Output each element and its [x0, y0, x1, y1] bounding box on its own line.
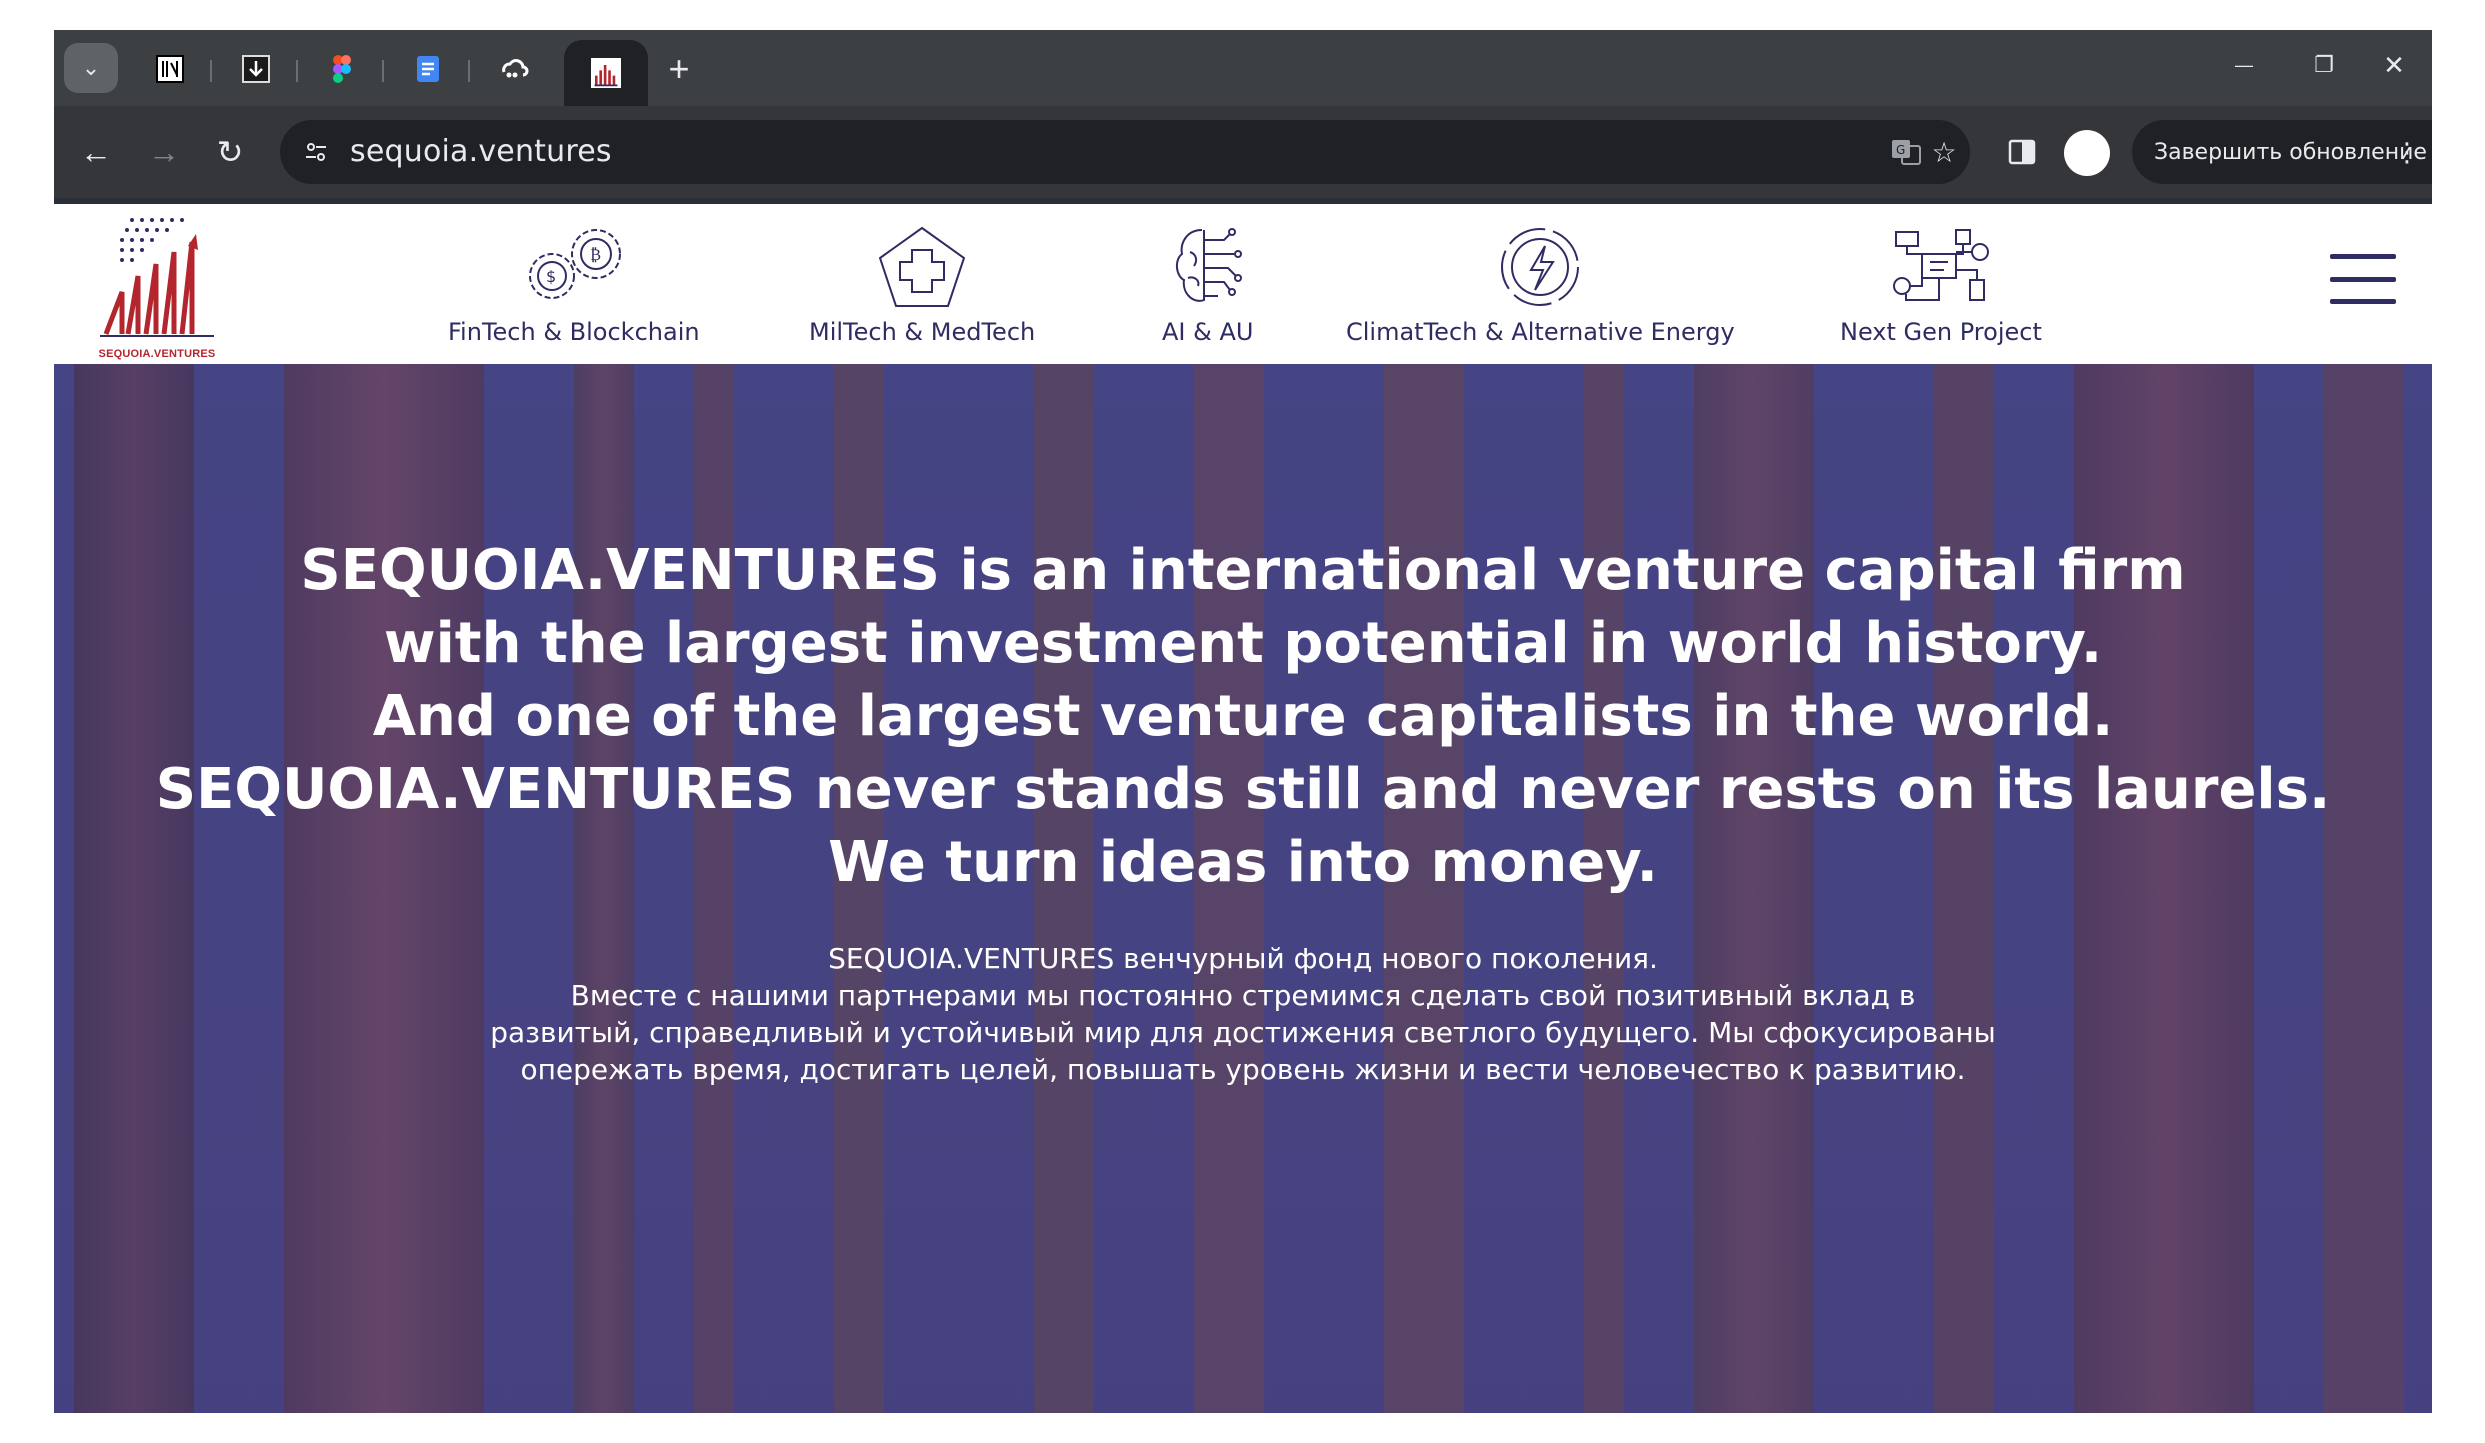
svg-text:$: $: [546, 267, 556, 286]
sequoia-ventures-favicon: [591, 58, 621, 88]
download-manager-icon: [241, 54, 271, 84]
web-page: SEQUOIA.VENTURES $ ₿ FinTech & Blockchai…: [54, 198, 2432, 1413]
site-logo[interactable]: SEQUOIA.VENTURES: [92, 212, 222, 360]
headline-line: And one of the largest venture capitalis…: [372, 684, 2114, 749]
update-button[interactable]: Завершить обновление ⋮: [2132, 120, 2432, 184]
description-line: опережать время, достигать целей, повыша…: [520, 1053, 1966, 1086]
tab-google-docs[interactable]: [392, 44, 464, 94]
hamburger-menu-button[interactable]: [2330, 254, 2396, 304]
minimize-icon: —: [2235, 54, 2253, 75]
back-button[interactable]: ←: [70, 126, 122, 178]
close-window-button[interactable]: ✕: [2354, 40, 2432, 90]
address-bar[interactable]: sequoia.ventures G ☆: [280, 120, 1970, 184]
nav-label: Next Gen Project: [1840, 318, 2042, 346]
ai-brain-icon: [1175, 228, 1242, 302]
tab-figma[interactable]: [306, 44, 378, 94]
browser-window: ⌄ + — ❐ ✕ ← → ↻ sequoia.ventures G ☆ Зав…: [54, 30, 2432, 1413]
svg-text:₿: ₿: [590, 245, 601, 264]
medical-cross-icon: [878, 226, 966, 307]
new-tab-button[interactable]: +: [654, 44, 704, 94]
chevron-down-icon: ⌄: [81, 55, 101, 80]
tab-notion[interactable]: [134, 44, 206, 94]
update-button-label: Завершить обновление: [2154, 139, 2427, 165]
energy-bolt-icon: [1501, 228, 1580, 306]
headline-line: We turn ideas into money.: [828, 830, 1658, 895]
cloud-app-icon: [499, 54, 529, 84]
bookmark-star-icon[interactable]: ☆: [1924, 134, 1964, 170]
hero-headline: SEQUOIA.VENTURES is an international ven…: [54, 534, 2432, 899]
restore-button[interactable]: ❐: [2284, 40, 2364, 90]
nav-label: ClimatTech & Alternative Energy: [1346, 318, 1735, 346]
nav-climattech-energy[interactable]: ClimatTech & Alternative Energy: [1346, 224, 1735, 346]
nav-next-gen-project[interactable]: Next Gen Project: [1840, 224, 2042, 346]
site-settings-icon[interactable]: [298, 134, 334, 170]
nav-fintech-blockchain[interactable]: $ ₿ FinTech & Blockchain: [448, 224, 700, 346]
browser-toolbar: ← → ↻ sequoia.ventures G ☆ Завершить обн…: [54, 106, 2432, 198]
arrow-left-icon: ←: [80, 133, 112, 170]
nav-label: AI & AU: [1162, 318, 1254, 346]
description-line: SEQUOIA.VENTURES венчурный фонд нового п…: [828, 942, 1658, 975]
hero-section: SEQUOIA.VENTURES is an international ven…: [54, 364, 2432, 1413]
headline-line: SEQUOIA.VENTURES is an international ven…: [300, 538, 2186, 603]
tab-download[interactable]: [220, 44, 292, 94]
logo-text: SEQUOIA.VENTURES: [98, 348, 216, 360]
reload-icon: ↻: [216, 134, 244, 170]
nav-ai-au[interactable]: AI & AU: [1162, 224, 1253, 346]
hero-description: SEQUOIA.VENTURES венчурный фонд нового п…: [54, 940, 2432, 1088]
reload-button[interactable]: ↻: [204, 126, 256, 178]
tab-sequoia-ventures[interactable]: [564, 40, 648, 106]
url-text[interactable]: sequoia.ventures: [350, 134, 612, 169]
google-docs-icon: [413, 54, 443, 84]
side-panel-icon: [2008, 139, 2036, 165]
site-header: SEQUOIA.VENTURES $ ₿ FinTech & Blockchai…: [54, 204, 2432, 364]
side-panel-button[interactable]: [1998, 128, 2046, 176]
nav-label: MilTech & MedTech: [809, 318, 1036, 346]
tab-strip: ⌄ + — ❐ ✕: [54, 30, 2432, 106]
svg-text:G: G: [1896, 143, 1905, 157]
circuit-project-icon: [1892, 229, 1989, 301]
arrow-right-icon: →: [148, 133, 180, 170]
headline-line: with the largest investment potential in…: [383, 611, 2103, 676]
tab-search-button[interactable]: ⌄: [64, 43, 118, 93]
minimize-button[interactable]: —: [2204, 40, 2284, 90]
nav-miltech-medtech[interactable]: MilTech & MedTech: [809, 224, 1035, 346]
restore-icon: ❐: [2314, 52, 2334, 77]
notion-icon: [155, 54, 185, 84]
forward-button[interactable]: →: [138, 126, 190, 178]
figma-icon: [327, 54, 357, 84]
sequoia-logo-icon: [100, 218, 214, 337]
tab-cloud-app[interactable]: [478, 44, 550, 94]
translate-icon[interactable]: G: [1886, 134, 1926, 170]
more-menu-icon[interactable]: ⋮: [2394, 138, 2420, 168]
description-line: Вместе с нашими партнерами мы постоянно …: [570, 979, 1916, 1012]
close-icon: ✕: [2383, 49, 2405, 80]
coins-gears-icon: $ ₿: [528, 229, 621, 299]
description-line: развитый, справедливый и устойчивый мир …: [490, 1016, 1996, 1049]
profile-avatar[interactable]: [2064, 130, 2110, 176]
nav-label: FinTech & Blockchain: [448, 318, 700, 346]
headline-line: SEQUOIA.VENTURES never stands still and …: [155, 757, 2331, 822]
